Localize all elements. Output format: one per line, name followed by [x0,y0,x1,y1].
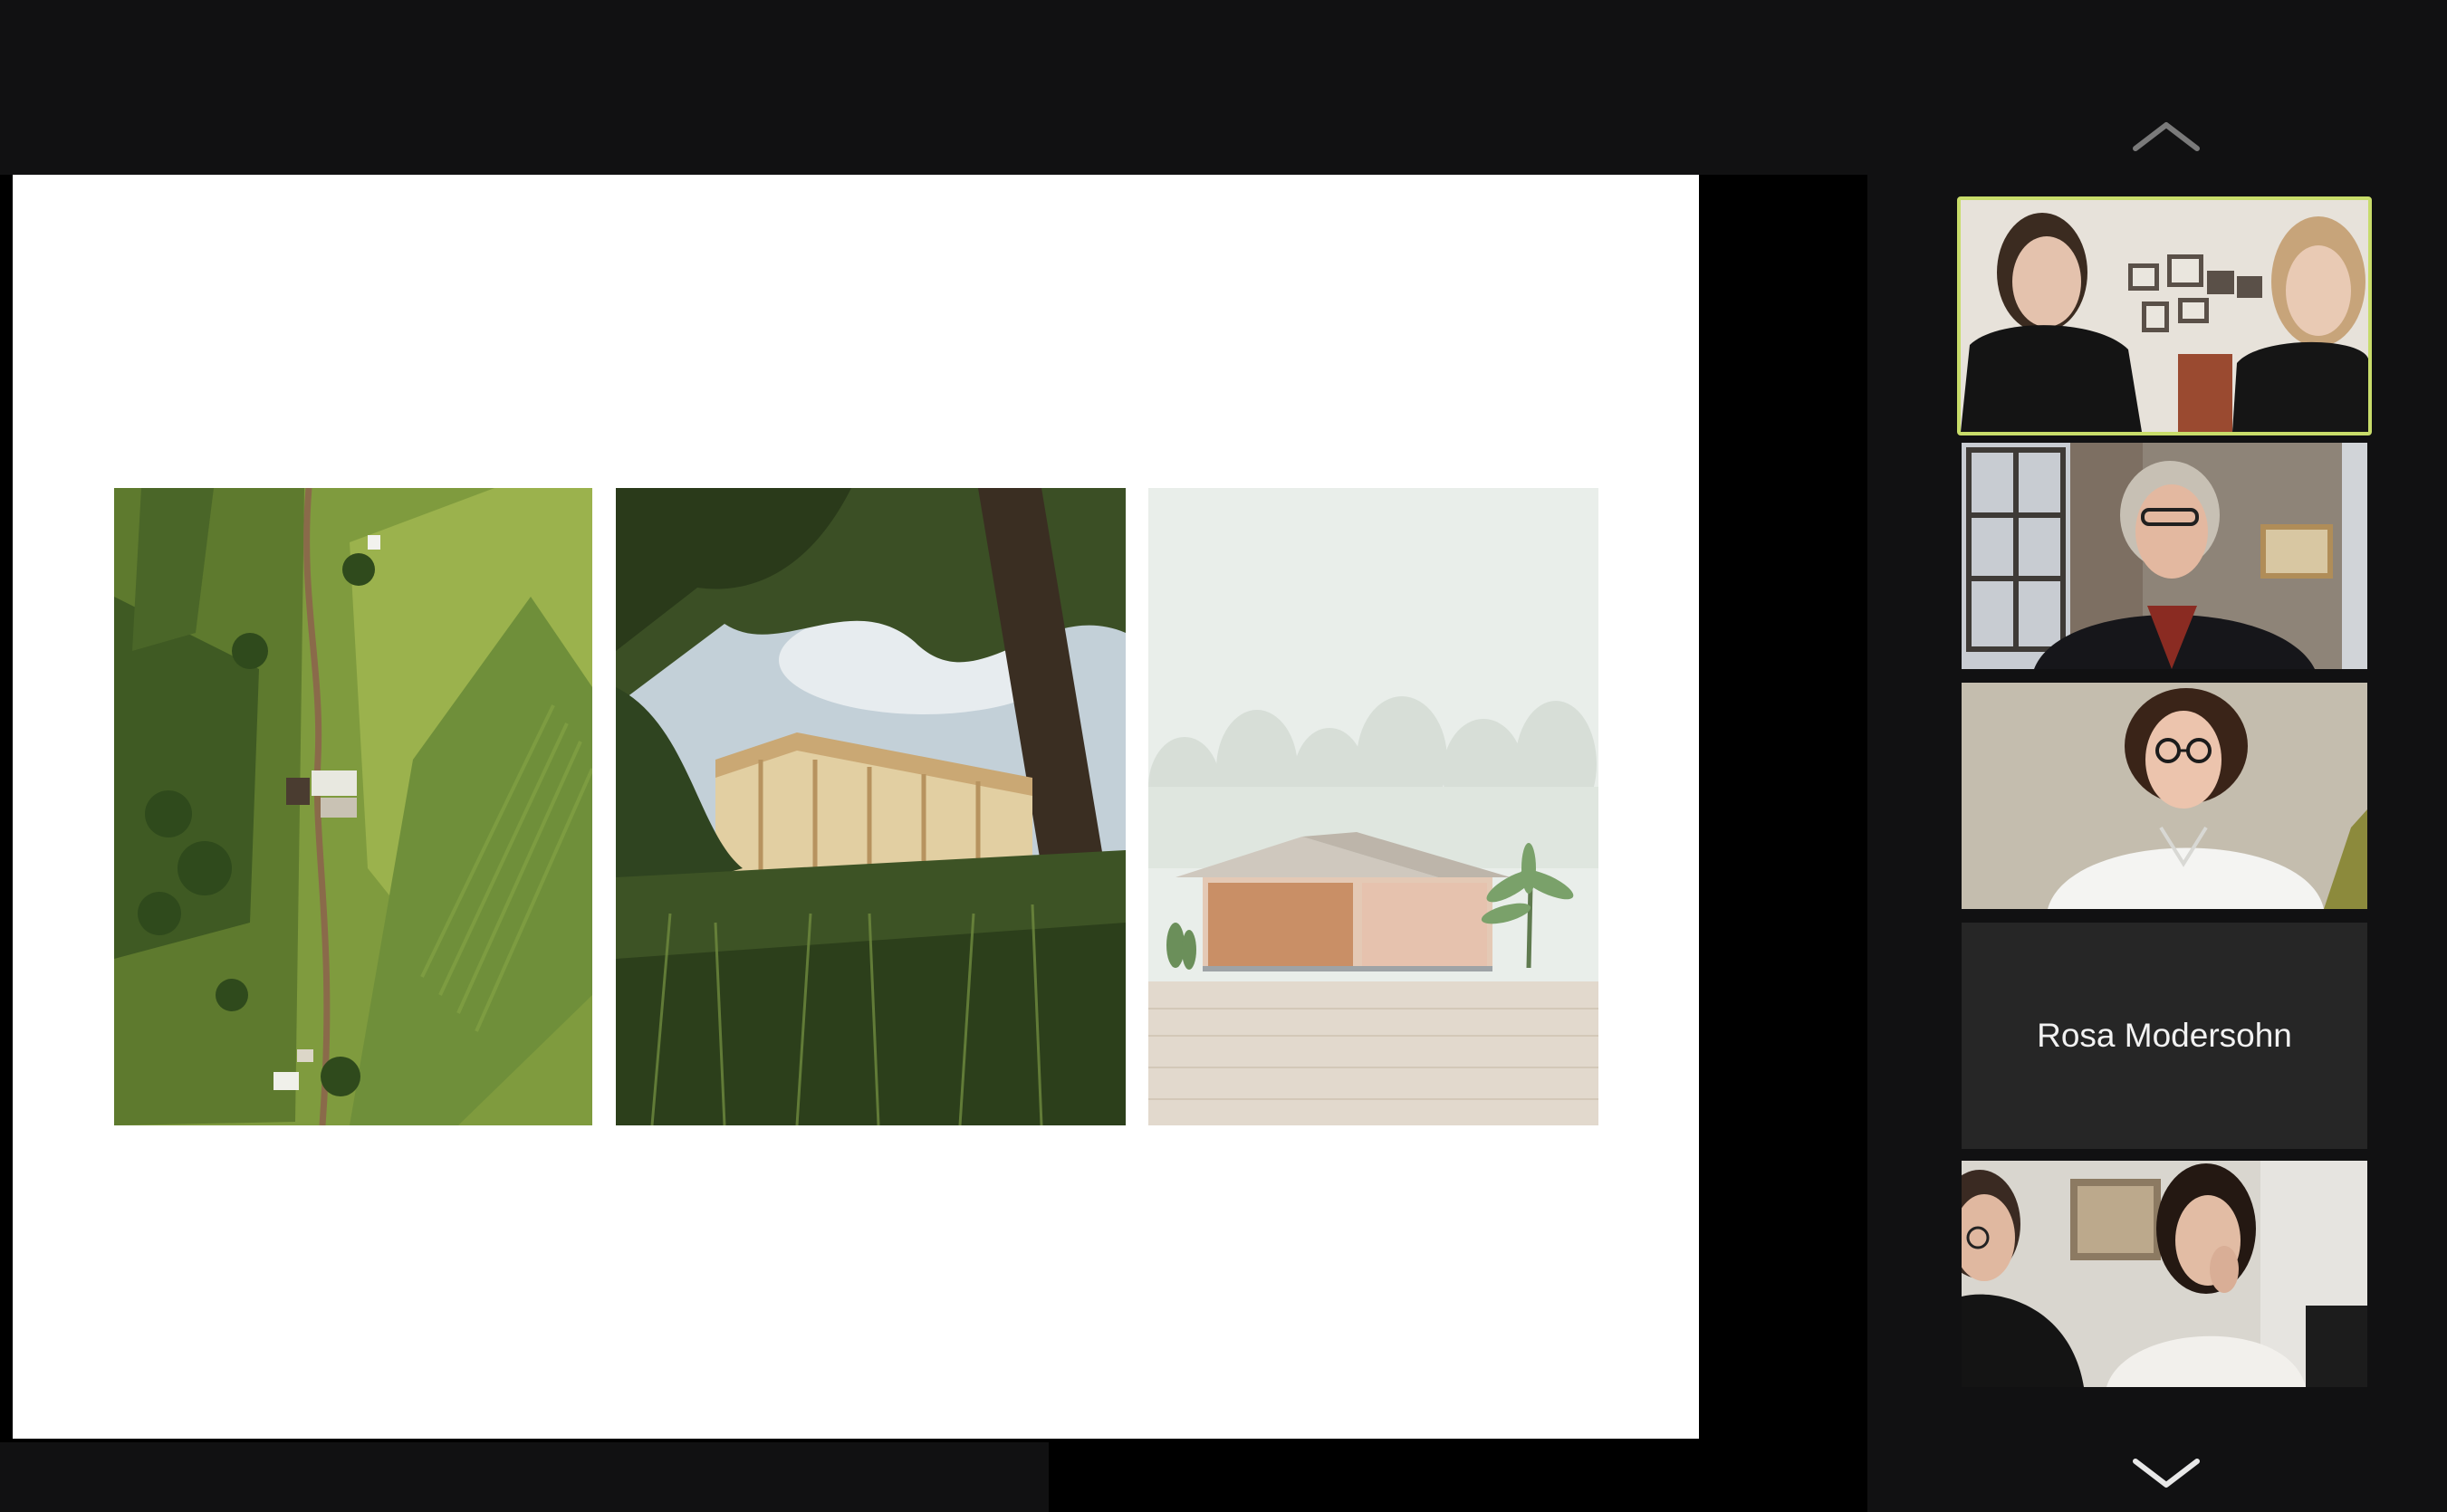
participant-video-tile[interactable] [1962,683,2367,909]
chevron-down-icon[interactable] [2130,1454,2202,1494]
timber-structure-photo [616,488,1126,1125]
presentation-slide [13,175,1699,1439]
screen-share-area [0,175,1867,1442]
participant-name: Rosa Modersohn [2037,1017,2292,1054]
participant-gallery: Rosa Modersohn [1867,0,2447,1512]
bottom-bar-right [1049,1442,1867,1512]
participant-video-tile[interactable] [1962,1161,2367,1387]
chevron-up-icon[interactable] [2130,116,2202,156]
building-elevation-render [1148,488,1598,1125]
participant-video-tile[interactable] [1962,443,2367,669]
meeting-window: Rosa Modersohn [0,0,2447,1512]
bottom-bar-left [0,1442,1049,1512]
participant-video-tile-active[interactable] [1957,196,2372,435]
aerial-landscape-photo [114,488,592,1125]
participant-name-tile[interactable]: Rosa Modersohn [1962,923,2367,1149]
